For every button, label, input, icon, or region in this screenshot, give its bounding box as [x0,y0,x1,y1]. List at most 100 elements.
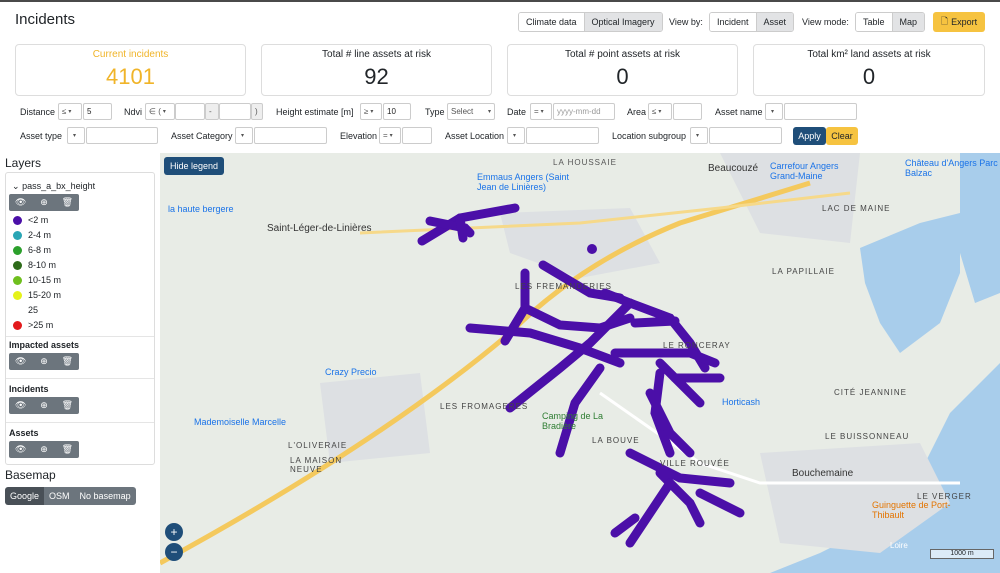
card-line-assets: Total # line assets at risk 92 [261,44,492,96]
legend-swatch [13,245,22,255]
area-label: Area [627,107,647,117]
basemap-osm[interactable]: OSM [44,487,75,505]
date-input[interactable]: yyyy-mm-dd [553,103,615,120]
elevation-op-select[interactable]: = ▾ [379,127,401,144]
basemap-google[interactable]: Google [5,487,45,505]
apply-button[interactable]: Apply [793,127,826,145]
card-value: 92 [364,64,389,89]
map-label: L'OLIVERAIE [288,441,348,450]
map-label: LA MAISON NEUVE [290,456,343,474]
trash-icon[interactable]: 🗑 [56,397,79,414]
chevron-down-icon: ⌄ [12,181,20,191]
type-select[interactable]: Select ▾ [447,103,495,120]
layer-group-header[interactable]: ⌄ pass_a_bx_height [12,181,95,192]
zoom-icon[interactable]: ⊕ [32,441,55,458]
layer-group-name: Assets [9,428,39,438]
divider [6,378,154,379]
distance-op-select[interactable]: ≤ ▾ [58,103,82,120]
height-op-select[interactable]: ≥ ▾ [360,103,382,120]
legend-swatch [13,306,22,315]
ndvi-min-input[interactable] [175,103,205,120]
ndvi-label: Ndvi [124,107,143,117]
view-mode-map[interactable]: Map [892,13,925,31]
location-subgroup-select[interactable]: ▾ [690,127,708,144]
eye-icon[interactable]: 👁 [9,441,32,458]
imagery-tabs: Climate data Optical Imagery [518,12,663,32]
map-label: Horticash [722,397,761,407]
view-mode-toggle: Table Map [855,12,926,32]
map-label: Mademoiselle Marcelle [194,417,287,427]
trash-icon[interactable]: 🗑 [56,353,79,370]
asset-name-input[interactable] [784,103,857,120]
layer2-tools: 👁 ⊕ 🗑 [9,353,79,370]
card-title: Total # point assets at risk [564,49,681,60]
elevation-input[interactable] [402,127,432,144]
eye-icon[interactable]: 👁 [9,353,32,370]
trash-icon[interactable]: 🗑 [56,441,79,458]
basemap-toggle: Google OSM No basemap [5,487,136,505]
eye-icon[interactable]: 👁 [9,194,32,211]
basemap-title: Basemap [5,468,56,482]
basemap-none[interactable]: No basemap [74,487,136,505]
legend-swatch [13,290,22,300]
card-value: 0 [616,64,629,89]
card-title: Total # line assets at risk [322,49,431,60]
zoom-icon[interactable]: ⊕ [32,194,55,211]
view-mode-label: View mode: [802,17,849,27]
zoom-icon[interactable]: ⊕ [32,397,55,414]
zoom-out-button[interactable]: − [165,543,183,561]
view-mode-table[interactable]: Table [856,13,893,31]
view-by-asset[interactable]: Asset [756,13,794,31]
ndvi-op-select[interactable]: ∈ (▾ [145,103,175,120]
ndvi-max-input[interactable] [219,103,251,120]
distance-input[interactable]: 5 [83,103,112,120]
area-op-select[interactable]: ≤ ▾ [648,103,672,120]
asset-location-input[interactable] [526,127,599,144]
asset-category-input[interactable] [254,127,327,144]
asset-location-label: Asset Location [445,131,505,141]
export-button[interactable]: 🗋 Export [933,12,985,32]
type-label: Type [425,107,445,117]
asset-location-select[interactable]: ▾ [507,127,525,144]
motorway [160,180,811,566]
tab-optical-imagery[interactable]: Optical Imagery [584,13,662,31]
ndvi-separator: - [205,103,219,120]
map-canvas[interactable]: LA HOUSSAIE Beaucouzé Carrefour Angers G… [160,153,1000,573]
export-label: Export [951,17,978,27]
eye-icon[interactable]: 👁 [9,397,32,414]
asset-type-input[interactable] [86,127,158,144]
map-label: LES FROMAGERES [440,402,529,411]
zoom-in-button[interactable]: + [165,523,183,541]
trash-icon[interactable]: 🗑 [56,194,79,211]
zoom-icon[interactable]: ⊕ [32,353,55,370]
map-label: VILLE ROUVÉE [660,459,730,468]
legend-swatch [13,260,22,270]
legend-swatch [13,215,22,225]
view-by-incident[interactable]: Incident [710,13,757,31]
legend-item: 2-4 m [13,230,51,240]
asset-type-select[interactable]: ▾ [67,127,85,144]
area-input[interactable] [673,103,702,120]
asset-category-label: Asset Category [171,131,233,141]
incident-point [587,244,597,254]
asset-name-select[interactable]: ▾ [765,103,783,120]
map-label: LE BUISSONNEAU [825,432,910,441]
tab-climate-data[interactable]: Climate data [519,13,585,31]
map-label: Saint-Léger-de-Linières [267,223,372,234]
card-point-assets: Total # point assets at risk 0 [507,44,738,96]
legend-item: 6-8 m [13,245,51,255]
asset-category-select[interactable]: ▾ [235,127,253,144]
layer-group-name: Incidents [9,384,49,394]
height-input[interactable]: 10 [383,103,411,120]
hide-legend-button[interactable]: Hide legend [164,157,224,175]
card-title: Total km² land assets at risk [807,49,931,60]
height-label: Height estimate [m] [276,107,354,117]
map-label: Château d'Angers Parc Balzac [905,158,998,178]
card-land-assets: Total km² land assets at risk 0 [753,44,985,96]
legend-item: 25 [13,305,38,315]
ndvi-close: ) [251,103,263,120]
legend-item: >25 m [13,320,53,330]
clear-button[interactable]: Clear [826,127,858,145]
date-op-select[interactable]: = ▾ [530,103,552,120]
location-subgroup-input[interactable] [709,127,782,144]
